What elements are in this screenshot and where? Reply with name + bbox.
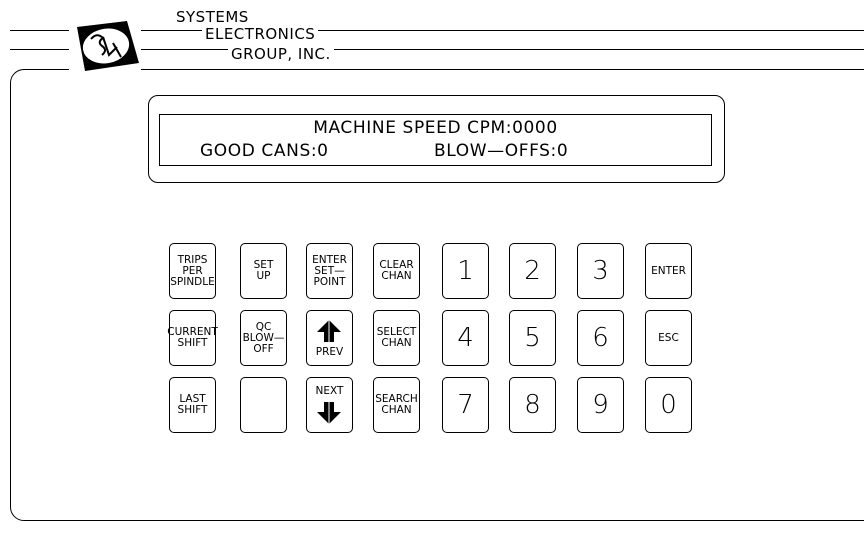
header-rule-2-left [10,49,70,50]
search-chan-button[interactable]: SEARCH CHAN [373,377,420,433]
digit-5-button[interactable]: 5 [509,310,556,366]
enter-button[interactable]: ENTER [645,243,692,299]
set-up-button[interactable]: SET UP [240,243,287,299]
company-name-line-2: ELECTRONICS [202,26,319,42]
trips-per-spindle-button[interactable]: TRIPS PER SPINDLE [169,243,216,299]
qc-blow-off-button[interactable]: QC BLOW— OFF [240,310,287,366]
company-name-line-1: SYSTEMS [173,9,252,25]
digit-7-button[interactable]: 7 [442,377,489,433]
digit-0-label: 0 [660,390,677,420]
prev-label: PREV [315,345,344,358]
esc-label: ESC [658,331,679,344]
digit-2-button[interactable]: 2 [509,243,556,299]
prev-button[interactable]: PREV [306,310,353,366]
digit-8-button[interactable]: 8 [509,377,556,433]
lcd-display-screen: MACHINE SPEED CPM:0000 GOOD CANS:0 BLOW—… [159,114,712,166]
enter-set-point-label-1: ENTER [312,253,347,266]
clear-chan-label-2: CHAN [381,270,412,282]
digit-9-button[interactable]: 9 [577,377,624,433]
current-shift-button[interactable]: CURRENT SHIFT [167,310,218,366]
enter-set-point-label-3: POINT [313,275,346,288]
trips-per-spindle-label-3: SPINDLE [170,275,215,288]
digit-5-label: 5 [524,323,541,353]
enter-set-point-label-2: SET— [314,264,345,277]
select-chan-label-2: CHAN [381,337,412,349]
qc-blow-off-label-1: QC [255,320,272,333]
arrow-up-icon [317,319,342,342]
next-button[interactable]: NEXT [306,377,353,433]
digit-7-label: 7 [457,390,474,420]
blow-offs-readout: BLOW—OFFS:0 [434,141,569,161]
esc-button[interactable]: ESC [645,310,692,366]
digit-6-label: 6 [592,323,609,353]
digit-1-button[interactable]: 1 [442,243,489,299]
header-rule-1-left [10,30,70,31]
digit-8-label: 8 [524,390,541,420]
digit-2-label: 2 [524,256,541,286]
clear-chan-button[interactable]: CLEAR CHAN [373,243,420,299]
digit-9-label: 9 [592,390,609,420]
select-chan-button[interactable]: SELECT CHAN [373,310,420,366]
set-up-label-2: UP [256,270,271,282]
digit-1-label: 1 [457,256,474,286]
enter-label: ENTER [651,264,686,277]
next-label: NEXT [315,384,344,397]
trips-per-spindle-label-2: PER [182,264,203,277]
digit-3-button[interactable]: 3 [577,243,624,299]
digit-6-button[interactable]: 6 [577,310,624,366]
digit-4-button[interactable]: 4 [442,310,489,366]
enter-set-point-button[interactable]: ENTER SET— POINT [306,243,353,299]
sea-logo-icon [69,17,141,73]
last-shift-button[interactable]: LAST SHIFT [169,377,216,433]
trips-per-spindle-label-1: TRIPS [177,253,208,266]
digit-4-label: 4 [457,323,474,353]
good-cans-readout: GOOD CANS:0 [200,141,329,161]
machine-speed-readout: MACHINE SPEED CPM:0000 [313,118,558,138]
blank-button[interactable] [240,377,287,433]
qc-blow-off-label-2: BLOW— [242,331,285,344]
search-chan-label-2: CHAN [381,404,412,416]
current-shift-label-2: SHIFT [177,337,208,349]
digit-0-button[interactable]: 0 [645,377,692,433]
arrow-down-icon [317,401,342,424]
company-name-line-3: GROUP, INC. [228,46,334,62]
last-shift-label-2: SHIFT [177,404,208,416]
digit-3-label: 3 [592,256,609,286]
qc-blow-off-label-3: OFF [253,342,274,355]
